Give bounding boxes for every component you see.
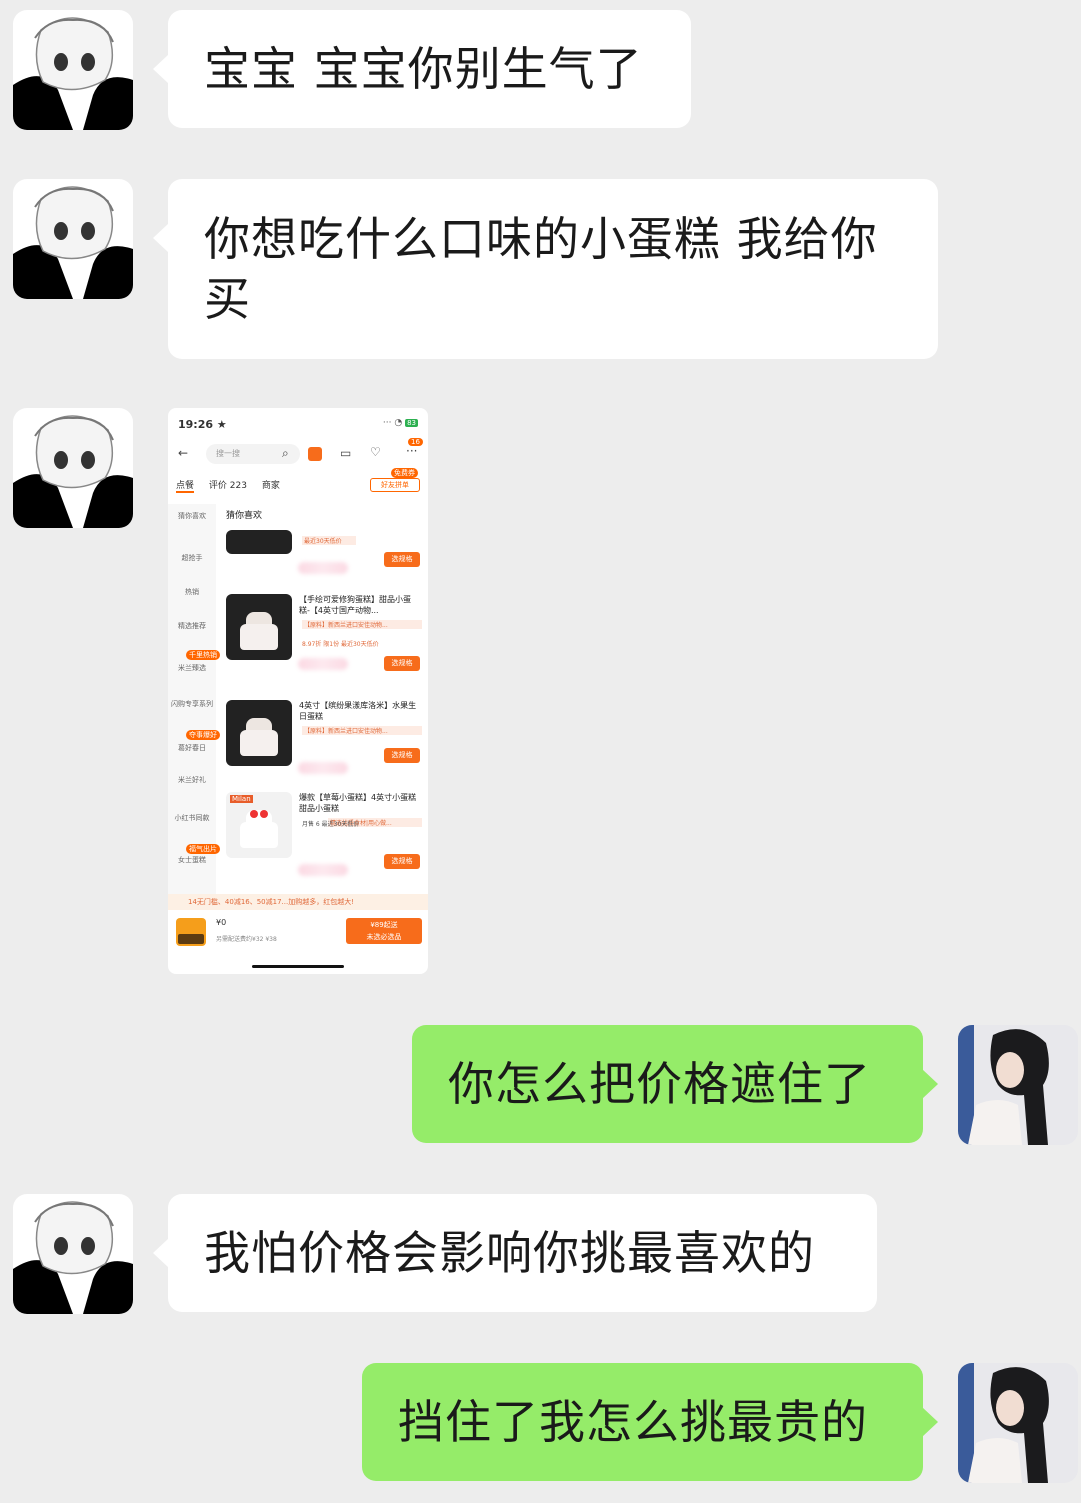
brand-logo: Milan bbox=[230, 795, 253, 803]
hidden-price bbox=[298, 762, 348, 774]
product-tag: 【原料】新西兰进口安佳动物... bbox=[302, 620, 422, 629]
message-text: 宝宝 宝宝你别生气了 bbox=[204, 42, 643, 96]
home-indicator bbox=[252, 965, 344, 968]
select-spec-button: 选规格 bbox=[384, 656, 420, 671]
search-icon: ⌕ bbox=[282, 446, 289, 460]
self-avatar[interactable] bbox=[958, 1363, 1078, 1483]
cart-bar: ¥0 另需配送费约¥32 ¥38 ¥89起送 未选必选品 bbox=[168, 912, 428, 952]
select-spec-button: 选规格 bbox=[384, 854, 420, 869]
message-bubble[interactable]: 我怕价格会影响你挑最喜欢的 bbox=[153, 1194, 877, 1312]
self-avatar[interactable] bbox=[958, 1025, 1078, 1145]
product-title: 爆款【草莓小蛋糕】4英寸小蛋糕甜品小蛋糕 bbox=[299, 793, 417, 813]
message-text: 你想吃什么口味的小蛋糕 我给你买 bbox=[204, 212, 878, 326]
message-bubble[interactable]: 挡住了我怎么挑最贵的 bbox=[362, 1363, 938, 1481]
promo-banner: 14无门槛、40减16、50减17...加购越多，红包越大! bbox=[168, 894, 428, 910]
product-tag: 最近30天低价 bbox=[302, 536, 356, 545]
sidebar-item: 米兰好礼 bbox=[178, 776, 206, 784]
product-title: 【手绘可爱修狗蛋糕】甜品小蛋糕-【4英寸国产动物... bbox=[299, 595, 411, 615]
sidebar-item: 葛好春日 bbox=[178, 744, 206, 752]
product-image bbox=[226, 530, 292, 554]
sidebar-item: 闪购专享系列 bbox=[171, 700, 213, 708]
product-image bbox=[226, 594, 292, 660]
product-image: Milan bbox=[226, 792, 292, 858]
tab-reviews: 评价 223 bbox=[208, 481, 247, 491]
sidebar-item: 女士蛋糕 bbox=[178, 856, 206, 864]
battery-icon: 83 bbox=[405, 419, 418, 427]
tab-merchant: 商家 bbox=[261, 481, 280, 491]
hidden-price bbox=[298, 562, 348, 574]
category-sidebar: 猜你喜欢 超抢手 热销 精选推荐 米兰臻选 闪购专享系列 葛好春日 米兰好礼 小… bbox=[168, 504, 216, 894]
sidebar-item: 小红书同款 bbox=[174, 814, 210, 822]
message-text: 挡住了我怎么挑最贵的 bbox=[398, 1395, 868, 1449]
coupon-badge: 免费券 bbox=[391, 468, 418, 478]
hidden-price bbox=[298, 864, 348, 876]
sidebar-badge: 福气出片 bbox=[186, 844, 220, 854]
delivery-fee: 另需配送费约¥32 ¥38 bbox=[216, 936, 277, 943]
message-text: 我怕价格会影响你挑最喜欢的 bbox=[204, 1226, 815, 1280]
message-bubble[interactable]: 你怎么把价格遮住了 bbox=[412, 1025, 938, 1143]
message-text: 你怎么把价格遮住了 bbox=[448, 1057, 871, 1111]
shop-icon bbox=[308, 447, 322, 461]
checkout-line2: 未选必选品 bbox=[366, 933, 402, 941]
section-title: 猜你喜欢 bbox=[226, 511, 263, 521]
status-icons: ··· ◔ 83 bbox=[383, 418, 418, 428]
wifi-icon: ◔ bbox=[394, 418, 403, 428]
back-arrow-icon: ← bbox=[178, 446, 189, 460]
image-message-screenshot[interactable]: 19:26 ★ ··· ◔ 83 ← 搜一搜 ⌕ ▭ ♡ ··· 16 点餐 评… bbox=[168, 408, 428, 974]
message-icon: ▭ bbox=[340, 446, 352, 460]
group-order-button: 好友拼单 bbox=[370, 478, 420, 492]
signal-dots: ··· bbox=[382, 418, 392, 428]
product-tag: 【原料】新西兰进口安佳动物... bbox=[302, 726, 422, 735]
notification-badge: 16 bbox=[408, 438, 423, 446]
product-meta: 8.97折 限1份 最近30天低价 bbox=[302, 641, 379, 648]
message-bubble[interactable]: 宝宝 宝宝你别生气了 bbox=[153, 10, 691, 128]
tab-order: 点餐 bbox=[176, 481, 195, 493]
contact-avatar[interactable] bbox=[13, 179, 133, 299]
product-meta: 月售 6 最近30天低价 bbox=[302, 821, 360, 828]
select-spec-button: 选规格 bbox=[384, 552, 420, 567]
status-time: 19:26 ★ bbox=[178, 418, 227, 431]
sidebar-item: 热销 bbox=[185, 588, 199, 596]
contact-avatar[interactable] bbox=[13, 1194, 133, 1314]
message-bubble[interactable]: 你想吃什么口味的小蛋糕 我给你买 bbox=[153, 179, 938, 359]
product-image bbox=[226, 700, 292, 766]
checkout-button: ¥89起送 未选必选品 bbox=[346, 918, 422, 944]
sidebar-badge: 夺事爆好 bbox=[186, 730, 220, 740]
product-title: 4英寸【缤纷果漾库洛米】水果生日蛋糕 bbox=[299, 701, 417, 721]
sidebar-item: 米兰臻选 bbox=[178, 664, 206, 672]
more-icon: ··· bbox=[406, 444, 418, 458]
contact-avatar[interactable] bbox=[13, 408, 133, 528]
favorite-icon: ♡ bbox=[370, 445, 381, 459]
sidebar-item: 精选推荐 bbox=[178, 622, 206, 630]
sidebar-item: 超抢手 bbox=[181, 554, 203, 562]
select-spec-button: 选规格 bbox=[384, 748, 420, 763]
sidebar-badge: 千里热销 bbox=[186, 650, 220, 660]
shop-tabs: 点餐 评价 223 商家 bbox=[176, 478, 292, 493]
contact-avatar[interactable] bbox=[13, 10, 133, 130]
cart-bag-icon bbox=[176, 918, 206, 946]
sidebar-item: 猜你喜欢 bbox=[178, 512, 206, 520]
cart-price: ¥0 bbox=[216, 918, 227, 927]
checkout-line1: ¥89起送 bbox=[370, 921, 398, 929]
hidden-price bbox=[298, 658, 348, 670]
